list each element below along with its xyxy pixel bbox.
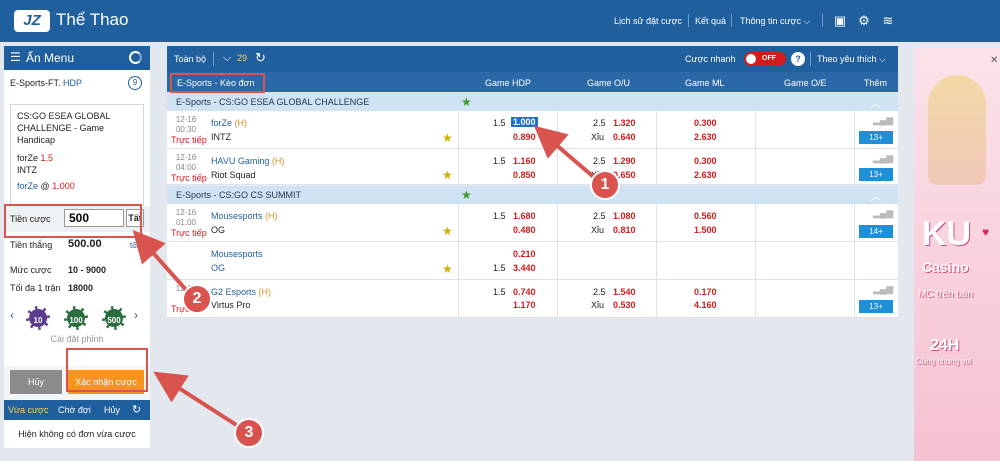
annotation-arrows: [132, 125, 598, 428]
callout-badge-1: 1: [590, 170, 620, 200]
arrow-1: [533, 125, 598, 181]
arrow-3: [153, 371, 240, 428]
callout-badge-3: 3: [234, 418, 264, 448]
arrow-2: [132, 230, 190, 294]
callout-badge-2: 2: [182, 284, 212, 314]
